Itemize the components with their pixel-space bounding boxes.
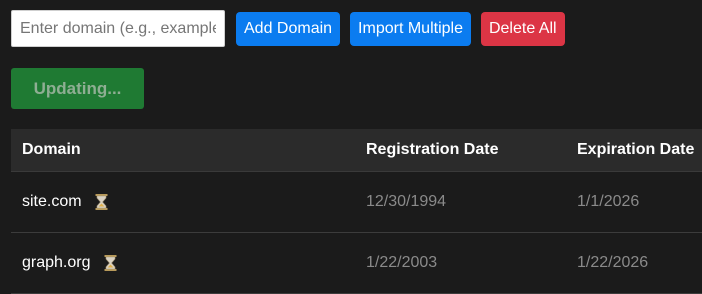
- table-row[interactable]: site.com 12/30/1994 1/1/2026: [11, 172, 702, 233]
- hourglass-icon: [95, 194, 108, 210]
- updating-button[interactable]: Updating...: [11, 68, 144, 109]
- toolbar: Add Domain Import Multiple Delete All: [11, 10, 565, 47]
- domain-name: site.com: [22, 193, 82, 210]
- domain-cell: graph.org: [22, 233, 117, 293]
- column-header-domain[interactable]: Domain: [22, 129, 81, 171]
- expiration-date-cell: 1/1/2026: [577, 193, 640, 210]
- registration-date-cell: 12/30/1994: [366, 193, 447, 210]
- column-header-registration-date[interactable]: Registration Date: [366, 129, 498, 171]
- hourglass-icon: [104, 255, 116, 271]
- add-domain-button[interactable]: Add Domain: [236, 11, 341, 46]
- domain-table: Domain Registration Date Expiration Date…: [11, 129, 702, 294]
- delete-all-button[interactable]: Delete All: [480, 11, 565, 46]
- domain-cell: site.com: [22, 172, 108, 232]
- column-header-expiration-date[interactable]: Expiration Date: [577, 129, 694, 171]
- table-header: Domain Registration Date Expiration Date: [11, 129, 702, 172]
- domain-name: graph.org: [22, 254, 91, 271]
- expiration-date-cell: 1/22/2026: [577, 254, 649, 271]
- domain-input[interactable]: [11, 10, 225, 47]
- registration-date-cell: 1/22/2003: [366, 254, 438, 271]
- table-row[interactable]: graph.org 1/22/2003 1/22/2026: [11, 233, 702, 294]
- import-multiple-button[interactable]: Import Multiple: [350, 11, 471, 46]
